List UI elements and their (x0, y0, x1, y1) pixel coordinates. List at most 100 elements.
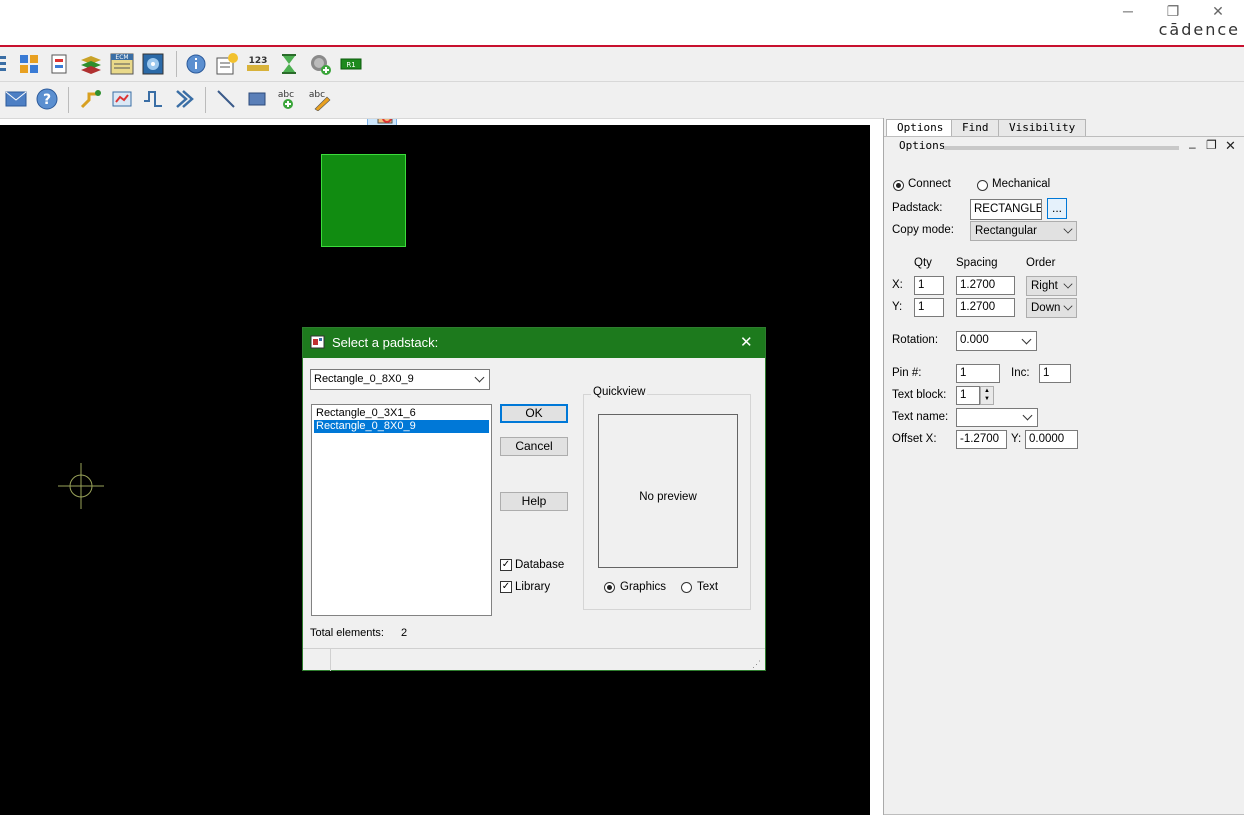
text-name-select[interactable] (956, 408, 1038, 427)
x-order-select[interactable]: Right (1026, 276, 1077, 296)
svg-text:abc: abc (278, 90, 294, 100)
padstack-browse-button[interactable]: ... (1047, 198, 1067, 219)
tab-visibility[interactable]: Visibility (998, 119, 1087, 137)
database-checkbox[interactable]: ✓ (500, 559, 512, 571)
y-spacing-field[interactable]: 1.2700 (956, 298, 1015, 317)
properties-icon[interactable] (215, 52, 239, 76)
toolbar-separator (176, 51, 177, 77)
panel-drag-bar[interactable] (944, 146, 1179, 150)
title-bar: ─ ❐ ✕ cādence (0, 0, 1244, 47)
chevron-down-icon (1021, 334, 1032, 345)
list-item-selected[interactable]: Rectangle_0_8X0_9 (314, 420, 489, 433)
route-icon[interactable] (79, 87, 103, 111)
inc-label: Inc: (1011, 367, 1030, 379)
text-radio[interactable] (681, 582, 692, 593)
hourglass-icon[interactable] (277, 52, 301, 76)
forms-icon[interactable] (48, 52, 72, 76)
text-block-field[interactable]: 1 (956, 386, 980, 405)
library-checkbox[interactable]: ✓ (500, 581, 512, 593)
globe-add-icon[interactable] (308, 52, 332, 76)
mail-icon[interactable] (4, 87, 28, 111)
offset-x-field[interactable]: -1.2700 (956, 430, 1007, 449)
y-qty-field[interactable]: 1 (914, 298, 944, 317)
line-icon[interactable] (214, 87, 238, 111)
ecm-icon[interactable]: ECM (110, 52, 134, 76)
pin-field[interactable]: 1 (956, 364, 1000, 383)
padstack-dropdown-value: Rectangle_0_8X0_9 (314, 373, 414, 385)
minimize-icon: ─ (1123, 3, 1133, 19)
close-button[interactable]: ✕ (1206, 2, 1230, 20)
rotation-value: 0.000 (960, 334, 989, 346)
chevron-down-icon (1063, 279, 1073, 289)
padstack-field[interactable]: RECTANGLE (970, 199, 1042, 220)
text-edit-icon[interactable]: abc (307, 87, 331, 112)
restore-button[interactable]: ❐ (1161, 2, 1185, 20)
offset-y-field[interactable]: 0.0000 (1025, 430, 1078, 449)
cadence-logo: cādence (1158, 20, 1240, 39)
rectangle-icon[interactable] (245, 87, 269, 111)
copy-mode-select[interactable]: Rectangular (970, 221, 1077, 241)
graphics-label: Graphics (620, 581, 667, 593)
grid-icon[interactable] (17, 52, 41, 76)
chevron-down-icon (1022, 410, 1033, 421)
r1-label: R1 (346, 61, 355, 69)
info-icon[interactable] (184, 52, 208, 76)
dialog-status-bar: ⋰ (303, 648, 765, 671)
text-label: Text (697, 581, 719, 593)
inc-field[interactable]: 1 (1039, 364, 1071, 383)
help-button[interactable]: Help (500, 492, 568, 511)
photo-icon[interactable] (141, 52, 165, 76)
x-spacing-field[interactable]: 1.2700 (956, 276, 1015, 295)
padstack-dropdown[interactable]: Rectangle_0_8X0_9 (310, 369, 490, 390)
chevron-icon[interactable] (172, 87, 196, 111)
r1-icon[interactable]: R1 (339, 52, 363, 76)
tab-find[interactable]: Find (951, 119, 1000, 137)
panel-minimize-icon[interactable]: ‒ (1189, 140, 1196, 154)
copy-mode-value: Rectangular (975, 225, 1038, 237)
main-toolbar: ECM 123 R1 (0, 47, 1244, 126)
y-order-select[interactable]: Down (1026, 298, 1077, 318)
cancel-button[interactable]: Cancel (500, 437, 568, 456)
qty-header: Qty (914, 257, 932, 269)
select-padstack-dialog: Select a padstack: ✕ Rectangle_0_8X0_9 R… (302, 327, 766, 671)
quickview-label: Quickview (591, 386, 648, 398)
close-icon: ✕ (1212, 3, 1224, 19)
toolbar-separator (205, 87, 206, 113)
number-icon[interactable]: 123 (246, 52, 270, 76)
minimize-button[interactable]: ─ (1116, 2, 1140, 20)
layers-icon[interactable] (0, 52, 18, 76)
no-preview-text: No preview (639, 491, 697, 503)
dialog-title-bar[interactable]: Select a padstack: ✕ (303, 328, 765, 358)
rotation-select[interactable]: 0.000 (956, 331, 1037, 351)
slide-icon[interactable] (141, 87, 165, 111)
text-block-spinner[interactable]: ▲ ▼ (980, 386, 994, 405)
padstack-list[interactable]: Rectangle_0_3X1_6 Rectangle_0_8X0_9 (311, 404, 492, 616)
tab-options[interactable]: Options (886, 119, 955, 137)
status-divider (330, 649, 331, 671)
stack-icon[interactable] (79, 52, 103, 76)
panel-header-title: Options (899, 139, 946, 152)
panel-close-icon[interactable]: ✕ (1225, 138, 1236, 154)
crosshair-cursor-icon (58, 463, 104, 509)
total-elements-value: 2 (401, 627, 408, 639)
panel-float-icon[interactable]: ❐ (1206, 138, 1217, 152)
rotation-label: Rotation: (892, 334, 939, 346)
text-add-icon[interactable]: abc (276, 87, 300, 111)
add-connect-icon[interactable] (110, 87, 134, 111)
help-icon[interactable]: ? (35, 87, 59, 111)
connect-radio[interactable] (893, 180, 904, 191)
list-item[interactable]: Rectangle_0_3X1_6 (314, 407, 489, 420)
resize-grip-icon[interactable]: ⋰ (752, 659, 761, 670)
edit-toolbar: ? abc abc (0, 82, 1244, 119)
mechanical-radio[interactable] (977, 180, 988, 191)
offset-x-label: Offset X: (892, 433, 937, 445)
pin-label: Pin #: (892, 367, 922, 379)
dialog-close-icon[interactable]: ✕ (740, 333, 753, 351)
pad-shape[interactable] (321, 154, 406, 247)
copy-mode-label: Copy mode: (892, 224, 955, 236)
graphics-radio[interactable] (604, 582, 615, 593)
x-qty-field[interactable]: 1 (914, 276, 944, 295)
ok-button[interactable]: OK (500, 404, 568, 423)
y-order-value: Down (1031, 302, 1061, 314)
svg-text:abc: abc (309, 90, 325, 100)
